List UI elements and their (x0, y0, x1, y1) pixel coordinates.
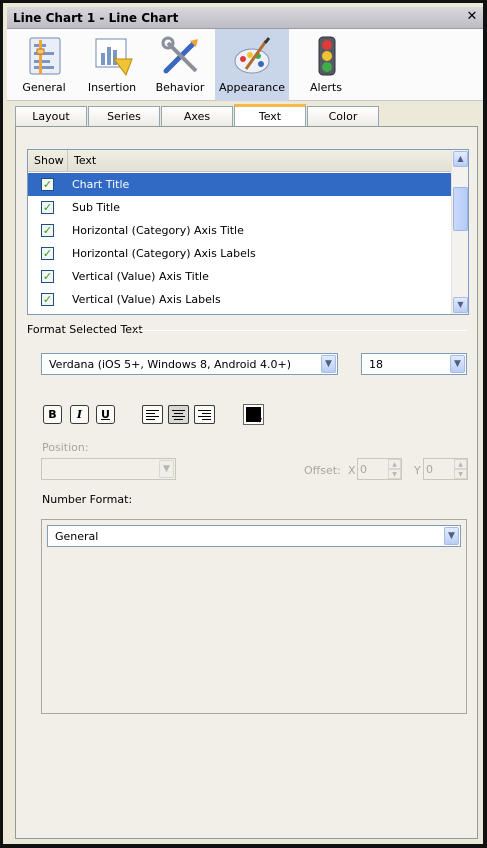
stepper-down-icon[interactable]: ▼ (454, 469, 467, 479)
list-header: Show Text (28, 150, 452, 172)
insertion-icon (95, 38, 133, 77)
close-icon[interactable]: ✕ (465, 10, 479, 24)
offset-y-value: 0 (426, 463, 433, 476)
offset-y-stepper[interactable]: 0 ▲ ▼ (423, 458, 468, 480)
stepper-up-icon[interactable]: ▲ (388, 459, 401, 469)
column-header-show[interactable]: Show (28, 150, 68, 172)
text-elements-list[interactable]: Show Text ✓ Chart Title ✓ Sub Title ✓ Ho… (27, 149, 469, 315)
number-format-label: Number Format: (42, 493, 133, 506)
subtab-axes[interactable]: Axes (161, 106, 233, 127)
tab-insertion-label: Insertion (87, 81, 137, 94)
number-format-panel: General ▼ (41, 519, 467, 714)
position-select[interactable]: ▼ (41, 458, 176, 480)
tab-general-label: General (22, 81, 66, 94)
section-divider (135, 330, 467, 331)
show-checkbox[interactable]: ✓ (41, 293, 54, 306)
bold-button[interactable]: B (43, 405, 62, 424)
list-item-text: Sub Title (72, 201, 121, 214)
offset-x-label: X (348, 464, 356, 477)
tab-alerts[interactable]: Alerts (289, 29, 363, 101)
sub-tab-strip: Layout Series Axes Text Color (15, 104, 477, 128)
tab-appearance-label: Appearance (218, 81, 286, 94)
general-settings-icon (29, 37, 61, 75)
chevron-down-icon[interactable]: ▼ (444, 527, 459, 545)
offset-label: Offset: (304, 464, 341, 477)
properties-window: Line Chart 1 - Line Chart ✕ General Inse… (0, 0, 487, 848)
font-family-select[interactable]: Verdana (iOS 5+, Windows 8, Android 4.0+… (41, 353, 338, 375)
show-checkbox[interactable]: ✓ (41, 247, 54, 260)
dropdown-arrow-icon: ▼ (257, 417, 262, 424)
tab-behavior-label: Behavior (155, 81, 205, 94)
category-toolbar: General Insertion Behavior Appearance Al… (7, 29, 483, 101)
subtab-series[interactable]: Series (88, 106, 160, 127)
tab-behavior[interactable]: Behavior (143, 29, 217, 101)
subtab-layout[interactable]: Layout (15, 106, 87, 127)
chevron-down-icon[interactable]: ▼ (321, 355, 336, 373)
list-item-text: Vertical (Value) Axis Labels (72, 293, 221, 306)
align-left-button[interactable] (142, 405, 163, 424)
list-item[interactable]: ✓ Vertical (Value) Axis Title (28, 265, 452, 288)
show-checkbox[interactable]: ✓ (41, 178, 54, 191)
number-format-select[interactable]: General ▼ (47, 525, 461, 547)
tab-general[interactable]: General (7, 29, 81, 101)
subtab-color[interactable]: Color (307, 106, 379, 127)
align-right-button[interactable] (194, 405, 215, 424)
tab-alerts-label: Alerts (310, 81, 342, 94)
subtab-text[interactable]: Text (234, 104, 306, 128)
stepper-down-icon[interactable]: ▼ (388, 469, 401, 479)
tab-appearance[interactable]: Appearance (215, 29, 289, 101)
appearance-palette-icon (234, 37, 271, 74)
align-center-button[interactable] (168, 405, 189, 424)
text-tab-page: Show Text ✓ Chart Title ✓ Sub Title ✓ Ho… (15, 126, 478, 839)
behavior-tools-icon (161, 36, 198, 74)
font-size-value: 18 (369, 358, 383, 371)
list-item-text: Vertical (Value) Axis Title (72, 270, 209, 283)
list-scrollbar[interactable]: ▲ ▼ (451, 150, 468, 314)
show-checkbox[interactable]: ✓ (41, 270, 54, 283)
scroll-down-icon[interactable]: ▼ (453, 297, 468, 313)
number-format-value: General (55, 530, 99, 543)
tab-insertion[interactable]: Insertion (75, 29, 149, 101)
title-bar[interactable]: Line Chart 1 - Line Chart ✕ (7, 7, 483, 29)
offset-x-value: 0 (360, 463, 367, 476)
format-section-label: Format Selected Text (27, 323, 143, 336)
list-item-text: Horizontal (Category) Axis Title (72, 224, 244, 237)
list-item[interactable]: ✓ Horizontal (Category) Axis Labels (28, 242, 452, 265)
italic-button[interactable]: I (70, 405, 89, 424)
list-item[interactable]: ✓ Vertical (Value) Axis Labels (28, 288, 452, 311)
font-family-value: Verdana (iOS 5+, Windows 8, Android 4.0+… (49, 358, 292, 371)
traffic-light-icon (318, 36, 336, 76)
window-title: Line Chart 1 - Line Chart (13, 11, 179, 25)
list-item-text: Chart Title (72, 178, 130, 191)
column-header-text[interactable]: Text (68, 150, 452, 172)
scroll-thumb[interactable] (453, 187, 468, 231)
offset-x-stepper[interactable]: 0 ▲ ▼ (357, 458, 402, 480)
show-checkbox[interactable]: ✓ (41, 201, 54, 214)
chevron-down-icon[interactable]: ▼ (450, 355, 465, 373)
position-label: Position: (42, 441, 89, 454)
list-item-text: Horizontal (Category) Axis Labels (72, 247, 256, 260)
text-color-picker[interactable]: ▼ (243, 404, 264, 425)
offset-y-label: Y (414, 464, 421, 477)
list-item[interactable]: ✓ Chart Title (28, 173, 452, 196)
chevron-down-icon[interactable]: ▼ (159, 460, 174, 478)
underline-button[interactable]: U (96, 405, 115, 424)
list-item[interactable]: ✓ Horizontal (Category) Axis Title (28, 219, 452, 242)
font-size-select[interactable]: 18 ▼ (361, 353, 467, 375)
list-item[interactable]: ✓ Sub Title (28, 196, 452, 219)
scroll-up-icon[interactable]: ▲ (453, 151, 468, 167)
show-checkbox[interactable]: ✓ (41, 224, 54, 237)
appearance-panel: Layout Series Axes Text Color Show Text … (7, 101, 483, 843)
stepper-up-icon[interactable]: ▲ (454, 459, 467, 469)
